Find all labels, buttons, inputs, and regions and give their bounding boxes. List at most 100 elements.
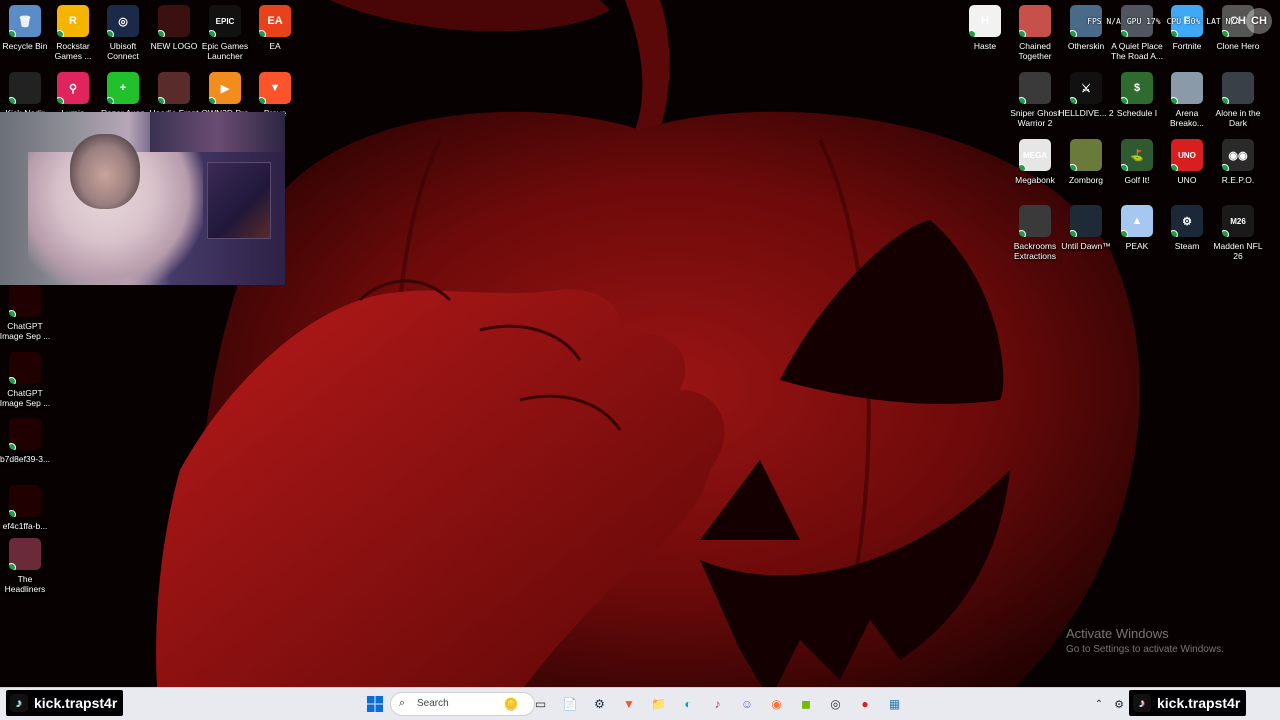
image-file-icon <box>9 485 41 517</box>
sync-check-icon <box>9 377 16 384</box>
start-button[interactable] <box>364 693 386 715</box>
desktop-icon-label: ChatGPT Image Sep ... <box>0 388 51 408</box>
desktop-icon-image-file[interactable]: ef4c1ffa-b... <box>0 485 53 531</box>
desktop-icon-ea[interactable]: EA EA <box>247 5 303 51</box>
desktop-icon-new-logo[interactable]: NEW LOGO <box>146 5 202 51</box>
desktop-icon-label: Sniper Ghost Warrior 2 <box>1010 108 1060 128</box>
desktop-icon-label: Haste <box>973 41 997 51</box>
activate-windows-watermark: Activate Windows Go to Settings to activ… <box>1066 626 1224 655</box>
taskbar-app-red[interactable]: ● <box>854 693 876 715</box>
madden-icon-glyph: M26 <box>1230 216 1246 226</box>
desktop-icon-sniper-ghost[interactable]: Sniper Ghost Warrior 2 <box>1007 72 1063 128</box>
desktop-icon-epic-games[interactable]: EPIC Epic Games Launcher <box>197 5 253 61</box>
taskbar-notepad[interactable]: 📄 <box>559 693 581 715</box>
taskbar-app-photos[interactable]: ▦ <box>884 693 906 715</box>
desktop-icon-label: Zomborg <box>1068 175 1103 185</box>
repo-icon-glyph: ◉◉ <box>1228 149 1248 162</box>
taskbar-nvidia[interactable]: ◼ <box>795 693 817 715</box>
desktop-icon-helldivers[interactable]: ⚔ HELLDIVE... 2 <box>1058 72 1114 118</box>
sync-check-icon <box>107 30 114 37</box>
desktop-icon-uno[interactable]: UNO UNO <box>1159 139 1215 185</box>
desktop-icon-label: Fortnite <box>1172 41 1202 51</box>
taskbar-tiktok[interactable]: ♪ <box>707 693 729 715</box>
taskbar-edge[interactable]: ◐ <box>677 693 699 715</box>
desktop-icon-label: The Headliners <box>4 574 46 594</box>
desktop-icon-madden[interactable]: M26 Madden NFL 26 <box>1210 205 1266 261</box>
desktop-icon-label: Clone Hero <box>1216 41 1260 51</box>
desktop-icon-the-headliners[interactable]: The Headliners <box>0 538 53 594</box>
taskbar-task-view[interactable]: ▭ <box>530 693 552 715</box>
brave-icon: ▼ <box>623 697 635 711</box>
helldivers-icon-glyph: ⚔ <box>1081 82 1091 95</box>
arena-breakout-icon <box>1171 72 1203 104</box>
stream-handle-left-text: kick.trapst4r <box>34 695 118 711</box>
desktop-icon-alone-in-dark[interactable]: Alone in the Dark <box>1210 72 1266 128</box>
desktop-icon-label: Arena Breako... <box>1169 108 1205 128</box>
desktop-icon-zomborg[interactable]: Zomborg <box>1058 139 1114 185</box>
desktop-icon-ubisoft[interactable]: ◎ Ubisoft Connect <box>95 5 151 61</box>
task-view-icon: ▭ <box>534 697 547 711</box>
sync-check-icon <box>1019 97 1026 104</box>
golf-it-icon: ⛳ <box>1121 139 1153 171</box>
desktop-icon-image-file[interactable]: b7d8ef39-3... <box>0 418 53 464</box>
taskbar-discord[interactable]: ☺ <box>736 693 758 715</box>
desktop-icon-schedule-i[interactable]: $ Schedule I <box>1109 72 1165 118</box>
show-hidden-icons-chevron-icon[interactable]: ⌃ <box>1088 693 1110 715</box>
megabonk-icon-glyph: MEGA <box>1023 150 1047 160</box>
desktop-icon-arena-breakout[interactable]: Arena Breako... <box>1159 72 1215 128</box>
taskbar-file-explorer[interactable]: 📁 <box>648 693 670 715</box>
desktop-icon-haste[interactable]: H Haste <box>957 5 1013 51</box>
sync-check-icon <box>1121 230 1128 237</box>
sync-check-icon <box>9 443 16 450</box>
taskbar-brave[interactable]: ▼ <box>618 693 640 715</box>
desktop-icon-image-file[interactable]: ChatGPT Image Sep ... <box>0 352 53 408</box>
backrooms-icon <box>1019 205 1051 237</box>
image-file-icon <box>9 285 41 317</box>
sync-check-icon <box>1171 164 1178 171</box>
sync-check-icon <box>1121 97 1128 104</box>
taskbar-steam[interactable]: ⚙ <box>589 693 611 715</box>
desktop-icon-image-file[interactable]: ChatGPT Image Sep ... <box>0 285 53 341</box>
ubisoft-icon: ◎ <box>107 5 139 37</box>
desktop-icon-rockstar[interactable]: R Rockstar Games ... <box>45 5 101 61</box>
desktop-icon-backrooms[interactable]: Backrooms Extractions <box>1007 205 1063 261</box>
desktop-icon-label: R.E.P.O. <box>1221 175 1255 185</box>
fps-readout: FPS N/A <box>1087 16 1121 26</box>
obs-icon: ◎ <box>830 697 841 711</box>
desktop-icon-until-dawn[interactable]: Until Dawn™ <box>1058 205 1114 251</box>
widgets-icon: 🪙 <box>503 697 519 711</box>
repo-icon: ◉◉ <box>1222 139 1254 171</box>
sync-check-icon <box>1222 230 1229 237</box>
webcam-person-head <box>70 134 140 209</box>
desktop-icon-megabonk[interactable]: MEGA Megabonk <box>1007 139 1063 185</box>
lumia-icon-glyph: ⚲ <box>68 82 78 95</box>
image-file-icon <box>9 352 41 384</box>
gpu-readout: GPU 17% <box>1126 16 1161 26</box>
stream-handle-right: ♪ kick.trapst4r <box>1129 690 1247 716</box>
sync-check-icon <box>57 30 64 37</box>
desktop-icon-label: NEW LOGO <box>150 41 198 51</box>
hoodie-front-icon <box>158 72 190 104</box>
desktop-icon-peak[interactable]: ▲ PEAK <box>1109 205 1165 251</box>
sync-check-icon <box>9 97 16 104</box>
search-icon: ⌕ <box>399 697 406 709</box>
own3d-pro-icon: ▶ <box>209 72 241 104</box>
desktop-icon-label: Alone in the Dark <box>1215 108 1261 128</box>
sync-check-icon <box>209 30 216 37</box>
taskbar-obs[interactable]: ◎ <box>825 693 847 715</box>
desktop-icon-steam[interactable]: ⚙ Steam <box>1159 205 1215 251</box>
tray-steam-icon[interactable]: ⚙ <box>1108 693 1130 715</box>
tiktok-icon: ♪ <box>1133 694 1151 712</box>
desktop-icon-label: Steam <box>1174 241 1200 251</box>
discord-icon: ☺ <box>740 697 754 711</box>
desktop-icon-label: A Quiet Place The Road A... <box>1111 41 1163 61</box>
desktop-icon-golf-it[interactable]: ⛳ Golf It! <box>1109 139 1165 185</box>
sync-check-icon <box>1121 164 1128 171</box>
notepad-icon: 📄 <box>562 697 578 711</box>
until-dawn-icon <box>1070 205 1102 237</box>
taskbar-widgets[interactable]: 🪙 <box>500 693 522 715</box>
taskbar-firefox[interactable]: ◉ <box>766 693 788 715</box>
desktop-icon-chained-together[interactable]: Chained Together <box>1007 5 1063 61</box>
desktop-icon-repo[interactable]: ◉◉ R.E.P.O. <box>1210 139 1266 185</box>
desktop-icon-label: PEAK <box>1125 241 1149 251</box>
